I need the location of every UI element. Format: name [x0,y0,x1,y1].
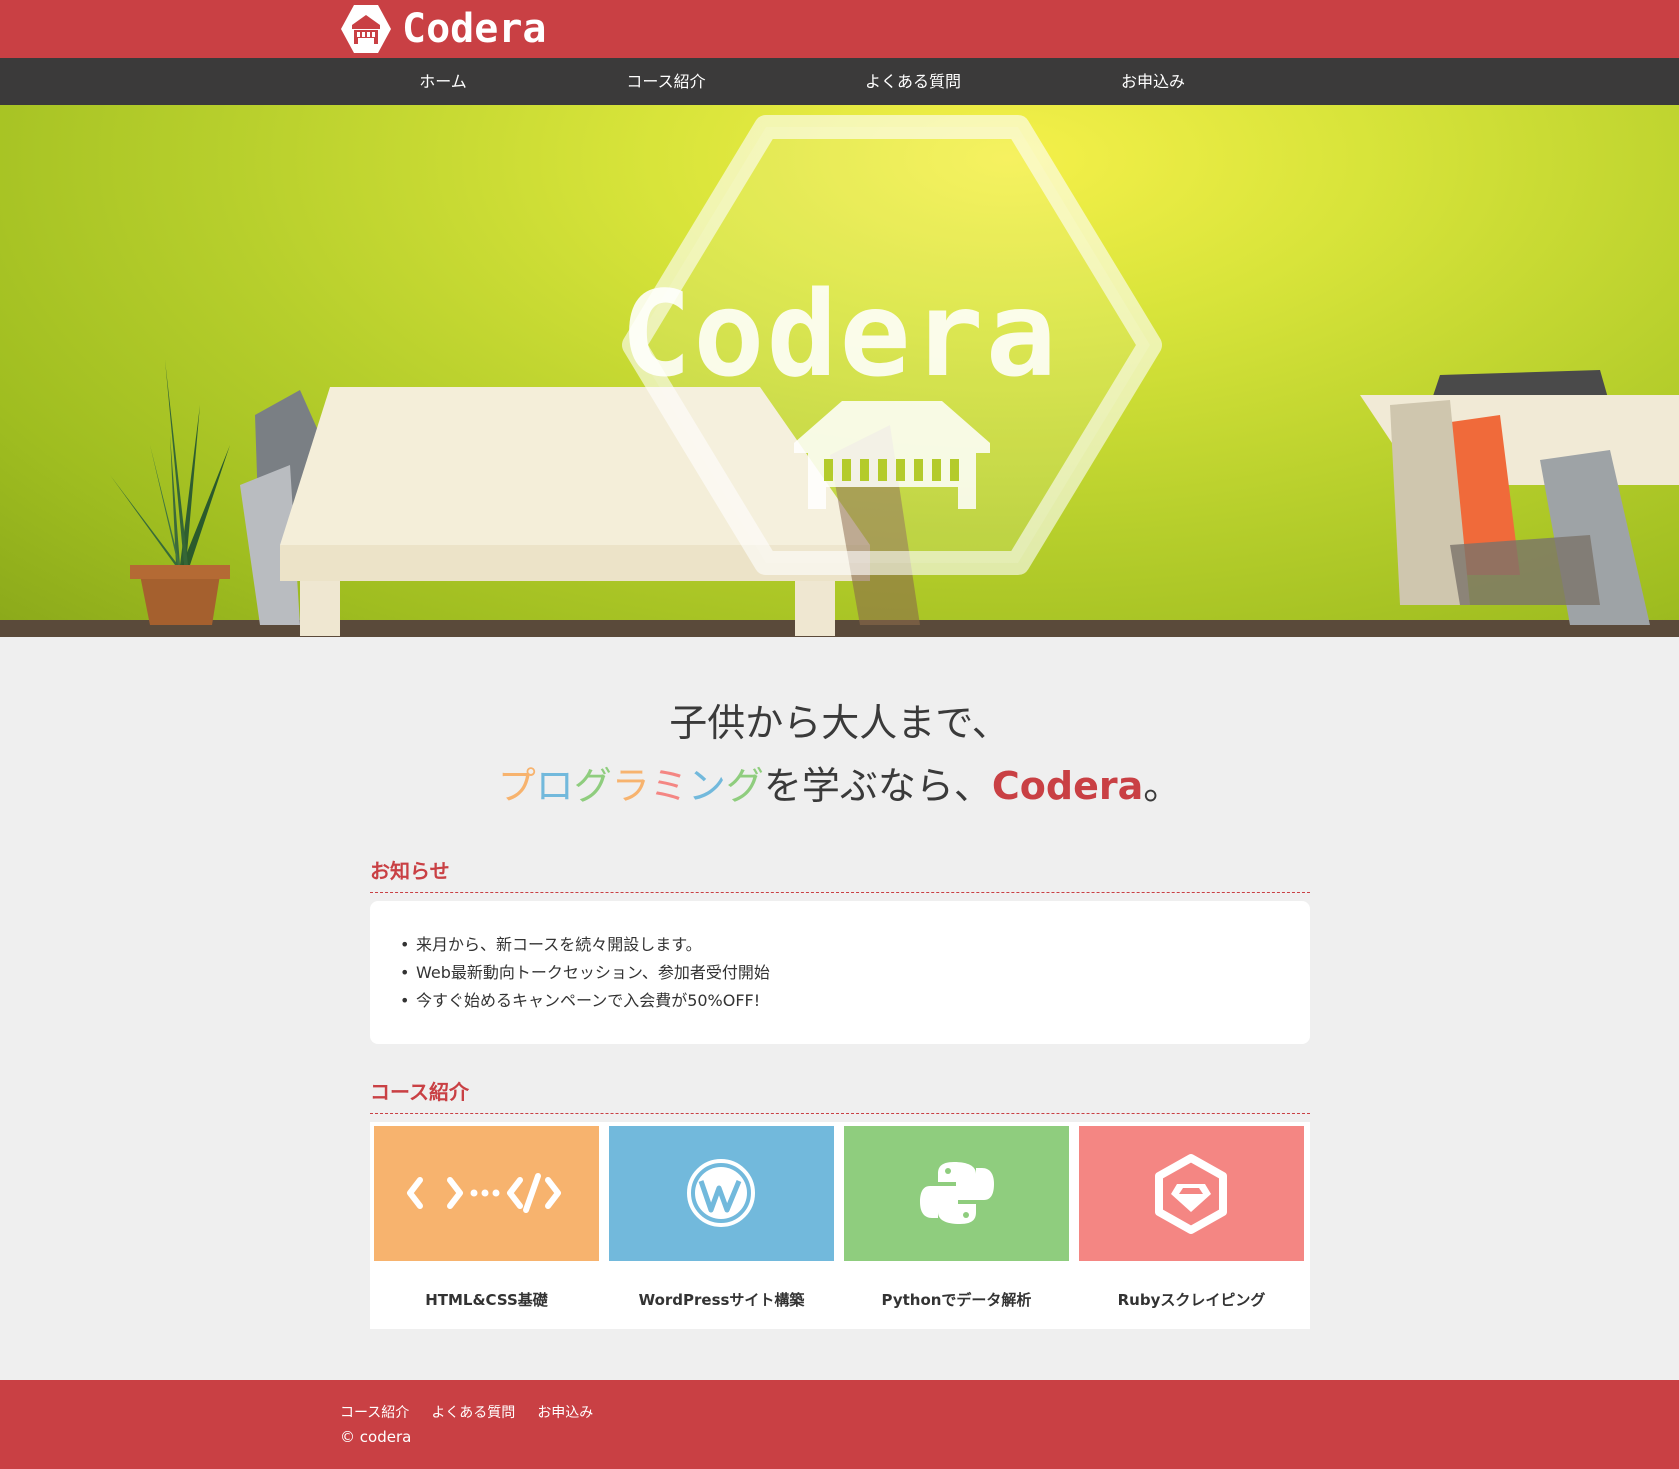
nav-item-apply[interactable]: お申込み [1053,58,1253,105]
tagline-rest: を学ぶなら、 [763,764,992,808]
footer-link-courses[interactable]: コース紹介 [340,1402,409,1422]
site-footer: コース紹介 よくある質問 お申込み © codera [0,1380,1679,1469]
tagline-colored-word: プログラミング [498,764,764,808]
brand-name: Codera [402,6,547,52]
course-list: HTML&CSS基礎 WordPressサイト構築 Pythonでデータ解析 R… [370,1122,1310,1329]
hero-banner: Codera [0,105,1679,637]
tagline-line2: プログラミングを学ぶなら、Codera。 [0,755,1679,810]
news-heading: お知らせ [370,855,1310,893]
course-thumbnail [374,1126,599,1261]
ruby-icon [1155,1154,1227,1234]
nav-item-faq[interactable]: よくある質問 [813,58,1013,105]
course-label: WordPressサイト構築 [638,1291,805,1309]
course-thumbnail [1079,1126,1304,1261]
news-item: 今すぐ始めるキャンペーンで入会費が50%OFF! [400,987,1310,1015]
copyright: © codera [340,1428,412,1446]
code-icon [407,1173,561,1213]
python-icon [920,1162,994,1224]
course-card-ruby[interactable]: Rubyスクレイピング [1079,1126,1304,1325]
tagline-colored-char: プ [497,764,536,808]
tagline-colored-char: グ [573,764,612,808]
tagline-line1: 子供から大人まで、 [669,701,1010,745]
nav-item-home[interactable]: ホーム [343,58,543,105]
main-nav: ホーム コース紹介 よくある質問 お申込み [0,58,1679,105]
course-label: Pythonでデータ解析 [881,1291,1032,1309]
course-label: HTML&CSS基礎 [425,1291,548,1309]
footer-link-apply[interactable]: お申込み [537,1402,593,1422]
tagline-colored-char: ミ [649,764,688,808]
tagline-brand: Codera [991,764,1144,808]
news-item: 来月から、新コースを続々開設します。 [400,931,1310,959]
brand-logo-link[interactable]: Codera [340,3,547,55]
course-thumbnail [609,1126,834,1261]
nav-item-courses[interactable]: コース紹介 [566,58,766,105]
codera-logo-icon [341,5,391,53]
news-list: 来月から、新コースを続々開設します。 Web最新動向トークセッション、参加者受付… [370,901,1310,1015]
news-box: 来月から、新コースを続々開設します。 Web最新動向トークセッション、参加者受付… [370,901,1310,1044]
tagline-colored-char: グ [725,764,764,808]
course-thumbnail [844,1126,1069,1261]
footer-link-faq[interactable]: よくある質問 [431,1402,515,1422]
course-card-wordpress[interactable]: WordPressサイト構築 [609,1126,834,1325]
news-item: Web最新動向トークセッション、参加者受付開始 [400,959,1310,987]
course-card-python[interactable]: Pythonでデータ解析 [844,1126,1069,1325]
tagline-colored-char: ラ [611,764,650,808]
tagline-colored-char: ロ [535,764,574,808]
wordpress-icon [687,1159,755,1227]
site-header: Codera [0,0,1679,58]
tagline-colored-char: ン [687,764,726,808]
tagline-end: 。 [1143,764,1182,808]
course-card-html-css[interactable]: HTML&CSS基礎 [374,1126,599,1325]
course-label: Rubyスクレイピング [1117,1291,1266,1309]
footer-links: コース紹介 よくある質問 お申込み [340,1402,593,1422]
courses-heading: コース紹介 [370,1076,1310,1114]
hero-title: Codera [620,265,1059,403]
